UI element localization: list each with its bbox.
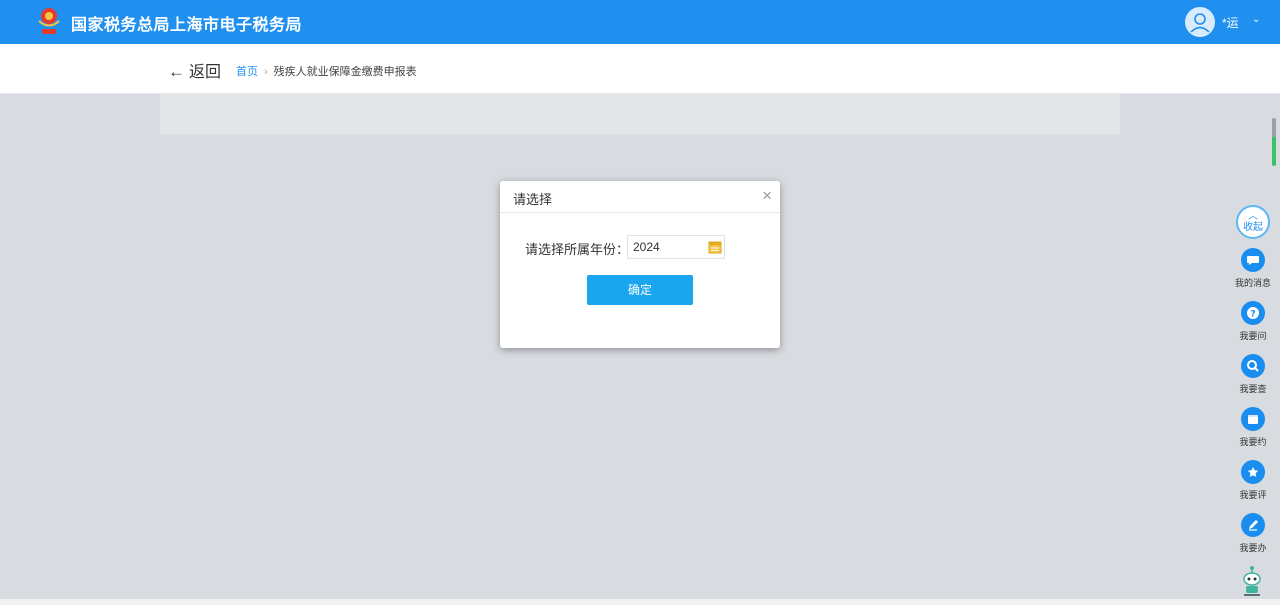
sidebar-item-my-messages[interactable]: 我的消息 [1229, 248, 1277, 289]
question-icon: ? [1241, 301, 1265, 325]
user-avatar[interactable] [1185, 7, 1215, 37]
dialog-header: 请选择 × [500, 181, 780, 213]
confirm-button[interactable]: 确定 [587, 275, 693, 305]
sidebar-item-ask[interactable]: ? 我要问 [1229, 301, 1277, 342]
app-title: 国家税务总局上海市电子税务局 [71, 17, 303, 34]
breadcrumb-separator: › [264, 66, 268, 78]
sidebar-item-label: 我要办 [1239, 543, 1267, 553]
content-header-placeholder [160, 94, 1120, 134]
sidebar-item-rate[interactable]: 我要评 [1229, 460, 1277, 501]
rate-icon [1241, 460, 1265, 484]
breadcrumb-home-link[interactable]: 首页 [236, 66, 258, 78]
tax-emblem-logo [38, 8, 60, 34]
svg-text:?: ? [1250, 310, 1255, 320]
edit-icon [1241, 513, 1265, 537]
chevron-down-icon[interactable]: ⌄ [1252, 14, 1260, 25]
sidebar-item-label: 我的消息 [1234, 278, 1271, 288]
sidebar-item-appointment[interactable]: 我要约 [1229, 407, 1277, 448]
breadcrumb-current: 残疾人就业保障金缴费申报表 [273, 66, 417, 78]
search-icon [1241, 354, 1265, 378]
sidebar-item-query[interactable]: 我要查 [1229, 354, 1277, 395]
user-name[interactable]: *运 [1222, 14, 1239, 31]
calendar-icon[interactable] [708, 240, 722, 254]
sidebar-item-label: 我要查 [1239, 384, 1267, 394]
footer-strip [0, 599, 1280, 605]
arrow-left-icon: ← [168, 62, 185, 81]
sidebar-item-handle[interactable]: 我要办 [1229, 513, 1277, 554]
sidebar-item-label: 我要评 [1239, 490, 1267, 500]
back-label: 返回 [189, 64, 222, 81]
message-icon [1241, 248, 1265, 272]
dialog-title: 请选择 [513, 192, 553, 207]
scrollbar[interactable] [1272, 118, 1276, 166]
select-year-dialog: 请选择 × 请选择所属年份： 确定 [500, 181, 780, 348]
collapse-sidebar-button[interactable]: ︿ 收起 [1236, 205, 1270, 239]
assistant-robot-icon[interactable] [1240, 565, 1264, 597]
top-header: 国家税务总局上海市电子税务局 *运 ⌄ [0, 0, 1280, 44]
breadcrumb: 首页 › 残疾人就业保障金缴费申报表 [236, 63, 417, 79]
year-label: 请选择所属年份： [525, 242, 630, 257]
close-icon[interactable]: × [762, 186, 772, 206]
collapse-label: 收起 [1243, 222, 1263, 233]
calendar-icon [1241, 407, 1265, 431]
chevron-up-icon: ︿ [1248, 211, 1258, 222]
user-icon [1190, 13, 1210, 33]
sidebar-item-label: 我要问 [1239, 331, 1267, 341]
sidebar-item-label: 我要约 [1239, 437, 1267, 447]
back-button[interactable]: ← 返回 [168, 58, 221, 82]
